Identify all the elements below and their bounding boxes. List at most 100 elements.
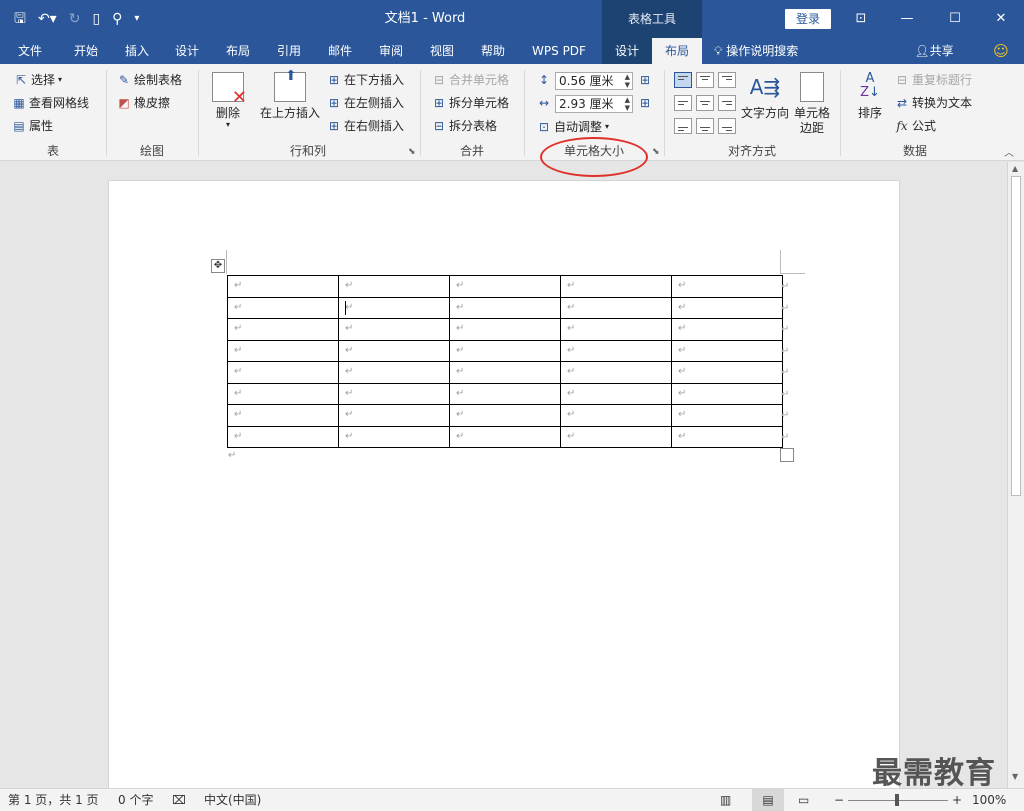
- table-cell[interactable]: ↵: [227, 275, 339, 298]
- tab-wps-pdf[interactable]: WPS PDF: [524, 38, 594, 64]
- tab-review[interactable]: 审阅: [368, 38, 414, 64]
- insert-above-button[interactable]: ⬆ 在上方插入: [258, 69, 322, 121]
- convert-to-text-button[interactable]: ⇄ 转换为文本: [895, 93, 972, 113]
- language-indicator[interactable]: 中文(中国): [204, 789, 261, 811]
- page-count[interactable]: 第 1 页，共 1 页: [8, 789, 99, 811]
- table-cell[interactable]: ↵: [227, 425, 339, 448]
- eraser-button[interactable]: ◩ 橡皮擦: [117, 93, 170, 113]
- properties-button[interactable]: ▤ 属性: [12, 116, 53, 136]
- table-cell[interactable]: ↵: [338, 318, 450, 341]
- table-cell[interactable]: ↵: [560, 382, 672, 405]
- insert-right-button[interactable]: ⊞ 在右侧插入: [327, 116, 404, 136]
- zoom-slider-thumb[interactable]: [895, 794, 899, 806]
- dialog-launcher-icon[interactable]: ⬊: [408, 147, 416, 157]
- repeat-header-rows-button[interactable]: ⊟ 重复标题行: [895, 70, 972, 90]
- insert-left-button[interactable]: ⊞ 在左侧插入: [327, 93, 404, 113]
- collapse-ribbon-icon[interactable]: ︿: [1004, 144, 1014, 159]
- table-cell[interactable]: ↵: [560, 275, 672, 298]
- autofit-button[interactable]: ⊡ 自动调整 ▾: [537, 117, 609, 137]
- tab-table-design[interactable]: 设计: [602, 38, 652, 64]
- insert-below-button[interactable]: ⊞ 在下方插入: [327, 70, 404, 90]
- select-button[interactable]: ⇱ 选择 ▾: [14, 70, 62, 90]
- split-cells-button[interactable]: ⊞ 拆分单元格: [432, 93, 509, 113]
- share-button[interactable]: 👤︎共享: [908, 38, 960, 64]
- distribute-columns-icon[interactable]: ⊞: [638, 96, 652, 110]
- tab-home[interactable]: 开始: [62, 38, 110, 64]
- table-cell[interactable]: ↵: [671, 339, 783, 362]
- table-cell[interactable]: ↵: [449, 318, 561, 341]
- table-cell[interactable]: ↵: [338, 425, 450, 448]
- align-middle-left-button[interactable]: [674, 95, 692, 111]
- table-cell[interactable]: ↵: [560, 339, 672, 362]
- table-cell[interactable]: ↵: [449, 275, 561, 298]
- align-top-center-button[interactable]: [696, 72, 714, 88]
- tab-view[interactable]: 视图: [419, 38, 465, 64]
- table-cell[interactable]: ↵: [449, 296, 561, 319]
- table-cell[interactable]: ↵: [671, 404, 783, 427]
- spinner-arrows-icon[interactable]: ▲ ▼: [625, 73, 630, 89]
- scroll-up-icon[interactable]: ▲: [1012, 164, 1018, 173]
- sort-button[interactable]: A Z↓ 排序: [850, 72, 890, 121]
- table-cell[interactable]: ↵: [227, 404, 339, 427]
- tab-page-layout[interactable]: 布局: [215, 38, 261, 64]
- table-cell[interactable]: ↵: [671, 318, 783, 341]
- zoom-level[interactable]: 100%: [972, 789, 1006, 811]
- word-count[interactable]: 0 个字: [118, 789, 153, 811]
- align-bottom-center-button[interactable]: [696, 118, 714, 134]
- align-top-left-button[interactable]: [674, 72, 692, 88]
- read-mode-icon[interactable]: ▥: [720, 789, 731, 811]
- table-cell[interactable]: ↵: [338, 296, 450, 319]
- row-height-input[interactable]: 0.56 厘米 ▲ ▼: [555, 72, 633, 90]
- zoom-out-icon[interactable]: −: [834, 789, 844, 811]
- formula-button[interactable]: fx 公式: [895, 116, 936, 136]
- table-cell[interactable]: ↵: [227, 382, 339, 405]
- spinner-arrows-icon[interactable]: ▲ ▼: [625, 96, 630, 112]
- align-bottom-left-button[interactable]: [674, 118, 692, 134]
- login-button[interactable]: 登录: [785, 9, 831, 29]
- tab-mailings[interactable]: 邮件: [317, 38, 363, 64]
- scroll-down-icon[interactable]: ▼: [1012, 772, 1018, 781]
- table-cell[interactable]: ↵: [449, 425, 561, 448]
- web-layout-icon[interactable]: ▭: [798, 789, 809, 811]
- scrollbar-thumb[interactable]: [1011, 176, 1021, 496]
- tab-design[interactable]: 设计: [164, 38, 210, 64]
- table-cell[interactable]: ↵: [560, 318, 672, 341]
- table-cell[interactable]: ↵: [560, 296, 672, 319]
- align-middle-right-button[interactable]: [718, 95, 736, 111]
- delete-button[interactable]: ✕ 删除 ▾: [208, 72, 248, 129]
- maximize-icon[interactable]: ☐: [932, 0, 978, 38]
- table-cell[interactable]: ↵: [449, 404, 561, 427]
- table-cell[interactable]: ↵: [671, 275, 783, 298]
- align-top-right-button[interactable]: [718, 72, 736, 88]
- split-table-button[interactable]: ⊟ 拆分表格: [432, 116, 497, 136]
- dialog-launcher-icon[interactable]: ⬊: [652, 147, 660, 157]
- smiley-feedback-icon[interactable]: ☺: [990, 38, 1012, 64]
- align-middle-center-button[interactable]: [696, 95, 714, 111]
- table-cell[interactable]: ↵: [671, 382, 783, 405]
- table-cell[interactable]: ↵: [560, 361, 672, 384]
- table-cell[interactable]: ↵: [560, 425, 672, 448]
- table-cell[interactable]: ↵: [449, 382, 561, 405]
- table-resize-handle[interactable]: [780, 448, 794, 462]
- table-cell[interactable]: ↵: [338, 382, 450, 405]
- table-cell[interactable]: ↵: [227, 361, 339, 384]
- tab-file[interactable]: 文件: [8, 38, 52, 64]
- proofing-icon[interactable]: ⌧: [172, 789, 186, 811]
- merge-cells-button[interactable]: ⊟ 合并单元格: [432, 70, 509, 90]
- ribbon-display-options-icon[interactable]: ⊡: [838, 0, 884, 38]
- tab-references[interactable]: 引用: [266, 38, 312, 64]
- zoom-in-icon[interactable]: +: [952, 789, 962, 811]
- table-cell[interactable]: ↵: [338, 339, 450, 362]
- table-cell[interactable]: ↵: [227, 296, 339, 319]
- tab-help[interactable]: 帮助: [470, 38, 516, 64]
- document-table[interactable]: ↵ ↵ ↵ ↵ ↵ ↵ ↵ ↵ ↵ ↵ ↵ ↵ ↵ ↵ ↵ ↵ ↵ ↵ ↵ ↵ ↵ ↵ ↵ ↵ ↵ ↵ ↵ ↵ ↵ ↵ ↵ ↵ ↵ ↵ ↵ ↵ ↵ ↵ ↵ ↵: [227, 275, 783, 448]
- distribute-rows-icon[interactable]: ⊞: [638, 73, 652, 87]
- table-cell[interactable]: ↵: [338, 275, 450, 298]
- table-cell[interactable]: ↵: [227, 318, 339, 341]
- table-move-handle-icon[interactable]: ✥: [211, 259, 225, 273]
- cell-margins-button[interactable]: 单元格 边距: [792, 72, 832, 136]
- tab-table-layout[interactable]: 布局: [652, 38, 702, 64]
- table-cell[interactable]: ↵: [671, 361, 783, 384]
- column-width-input[interactable]: 2.93 厘米 ▲ ▼: [555, 95, 633, 113]
- table-cell[interactable]: ↵: [671, 296, 783, 319]
